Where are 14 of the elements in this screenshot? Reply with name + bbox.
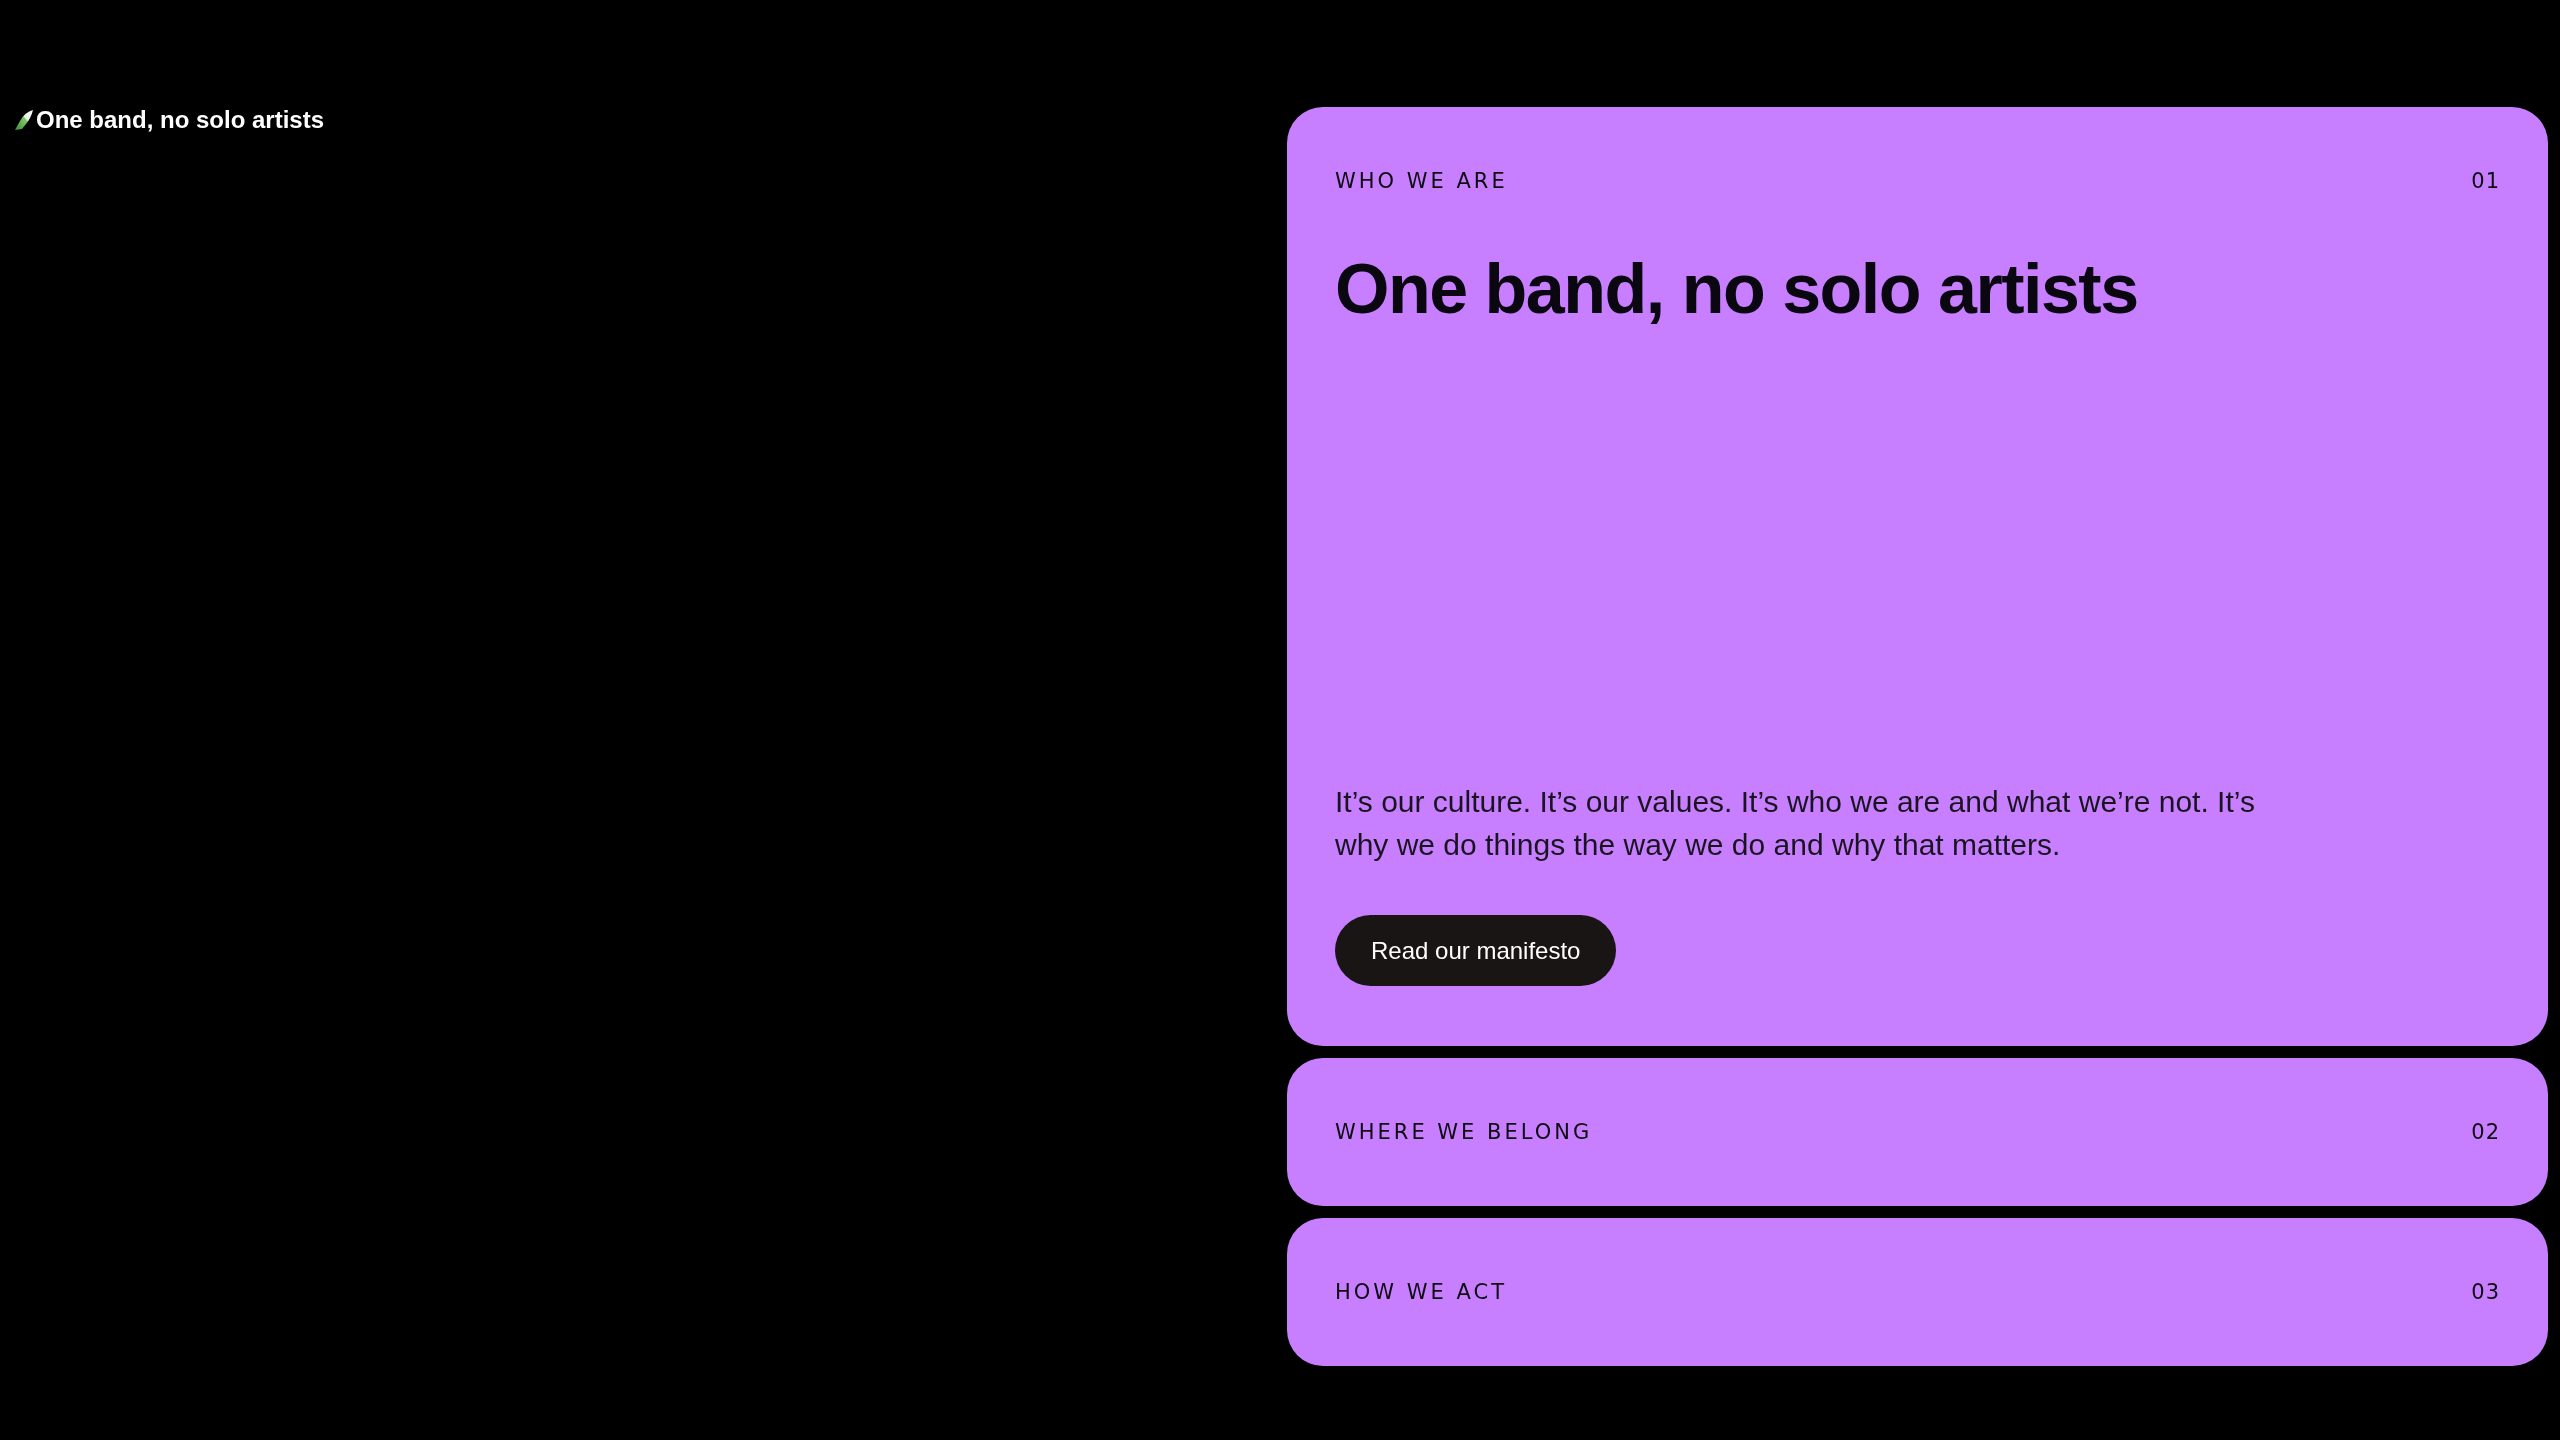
section-label: WHO WE ARE: [1335, 168, 1508, 194]
logo-text[interactable]: One band, no solo artists: [36, 106, 325, 134]
section-number: 02: [2471, 1119, 2500, 1145]
manifesto-button[interactable]: Read our manifesto: [1335, 915, 1617, 986]
section-label: HOW WE ACT: [1335, 1279, 1507, 1305]
accordion-card[interactable]: WHO WE ARE 01 One band, no solo artists It’s our culture. It’s our values. It’s who we are and what we’re not. It’s why we do things the way we do and why that matters. Read our manifesto: [1287, 107, 2548, 1046]
accordion-card[interactable]: WHERE WE BELONG 02: [1287, 1058, 2548, 1206]
section-description: It’s our culture. It’s our values. It’s who we are and what we’re not. It’s why we do things the way we do and why that matters.: [1335, 784, 2256, 863]
section-number: 01: [2471, 168, 2500, 194]
accordion-card[interactable]: HOW WE ACT 03: [1287, 1218, 2548, 1366]
section-heading: One band, no solo artists: [1335, 249, 2138, 329]
section-number: 03: [2471, 1279, 2500, 1305]
section-label: WHERE WE BELONG: [1335, 1119, 1593, 1145]
leaf-icon: [14, 109, 34, 131]
